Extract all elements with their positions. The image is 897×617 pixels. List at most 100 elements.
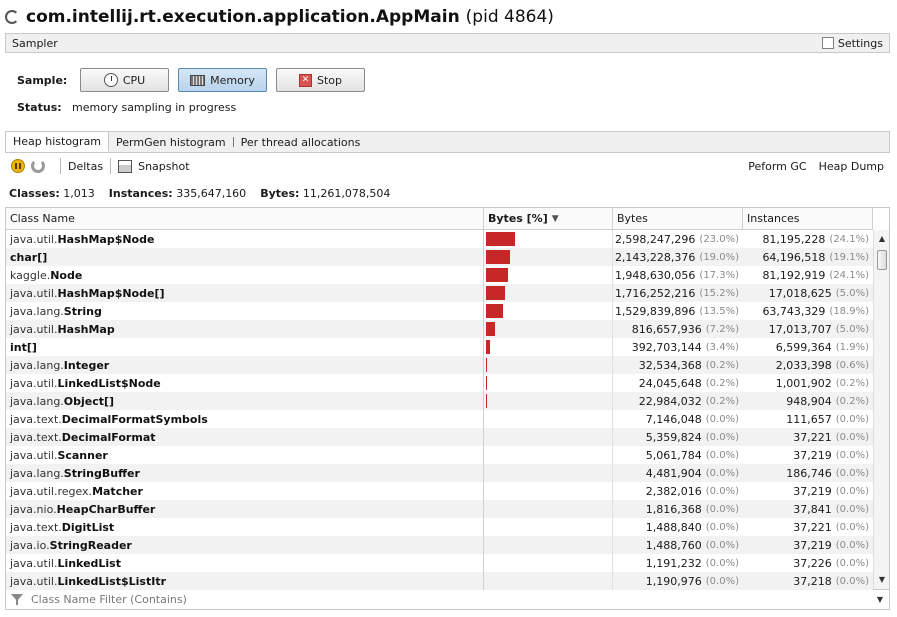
table-row[interactable]: java.util. Scanner 5,061,784 (0.0%) 37,219 (0… bbox=[6, 446, 873, 464]
bytes-value: 1,816,368 bbox=[645, 502, 702, 516]
column-header-instances[interactable]: Instances bbox=[743, 208, 873, 229]
class-filter-bar[interactable]: Class Name Filter (Contains) ▼ bbox=[5, 590, 890, 610]
class-name-cell: java.util. HashMap$Node bbox=[6, 230, 484, 248]
scroll-up-icon[interactable]: ▲ bbox=[874, 232, 890, 246]
tab-per-thread-allocations[interactable]: Per thread allocations bbox=[234, 132, 368, 152]
class-name-cell: java.text. DecimalFormatSymbols bbox=[6, 410, 484, 428]
instances-cell: 186,746 (0.0%) bbox=[743, 464, 873, 482]
toolbar-separator bbox=[60, 158, 61, 174]
table-row[interactable]: java.util. LinkedList 1,191,232 (0.0%) 37,22… bbox=[6, 554, 873, 572]
table-row[interactable]: char[] 2,143,228,376 (19.0%) 64,196,518 (19.… bbox=[6, 248, 873, 266]
bytes-cell: 24,045,648 (0.2%) bbox=[613, 374, 743, 392]
bytes-value: 1,190,976 bbox=[645, 574, 702, 588]
stop-button[interactable]: ✕ Stop bbox=[276, 68, 365, 92]
bytes-percent: (0.2%) bbox=[705, 377, 739, 389]
table-row[interactable]: java.util. HashMap$Node[] 1,716,252,216 (15… bbox=[6, 284, 873, 302]
class-package: java.util.regex. bbox=[10, 484, 93, 498]
bytes-cell: 1,816,368 (0.0%) bbox=[613, 500, 743, 518]
table-row[interactable]: kaggle. Node 1,948,630,056 (17.3%) 81,192,91… bbox=[6, 266, 873, 284]
bytes-pct-cell bbox=[484, 410, 613, 428]
instances-percent: (0.0%) bbox=[835, 467, 869, 479]
column-header-class-name[interactable]: Class Name bbox=[6, 208, 484, 229]
table-row[interactable]: java.lang. Integer 32,534,368 (0.2%) 2,033,3… bbox=[6, 356, 873, 374]
table-row[interactable]: int[] 392,703,144 (3.4%) 6,599,364 (1.9%) bbox=[6, 338, 873, 356]
instances-percent: (0.0%) bbox=[835, 485, 869, 497]
instances-value: 335,647,160 bbox=[176, 187, 247, 200]
class-filter-input[interactable]: Class Name Filter (Contains) bbox=[31, 593, 187, 606]
bytes-pct-cell bbox=[484, 320, 613, 338]
table-row[interactable]: java.lang. StringBuffer 4,481,904 (0.0%) 186… bbox=[6, 464, 873, 482]
class-simple-name: Object[] bbox=[63, 394, 115, 408]
bytes-bar bbox=[486, 268, 508, 282]
bytes-value: 11,261,078,504 bbox=[302, 187, 391, 200]
tab-permgen-histogram[interactable]: PermGen histogram bbox=[109, 132, 233, 152]
instances-percent: (0.0%) bbox=[835, 503, 869, 515]
scrollbar-thumb[interactable] bbox=[877, 250, 887, 270]
snapshot-icon[interactable] bbox=[118, 159, 133, 173]
instances-cell: 37,221 (0.0%) bbox=[743, 428, 873, 446]
instances-value: 37,219 bbox=[793, 538, 832, 552]
class-name-cell: java.util. LinkedList bbox=[6, 554, 484, 572]
table-row[interactable]: java.util. LinkedList$Node 24,045,648 (0.2%… bbox=[6, 374, 873, 392]
instances-value: 37,221 bbox=[793, 430, 832, 444]
class-simple-name: char[] bbox=[10, 250, 48, 264]
table-row[interactable]: java.util.regex. Matcher 2,382,016 (0.0%) 37… bbox=[6, 482, 873, 500]
status-row: Status: memory sampling in progress bbox=[17, 101, 236, 114]
bytes-cell: 2,598,247,296 (23.0%) bbox=[613, 230, 743, 248]
snapshot-button[interactable]: Snapshot bbox=[138, 160, 189, 173]
column-header-bytes[interactable]: Bytes bbox=[613, 208, 743, 229]
class-package: java.lang. bbox=[10, 358, 64, 372]
class-simple-name: int[] bbox=[10, 340, 37, 354]
instances-percent: (0.0%) bbox=[835, 449, 869, 461]
bytes-bar bbox=[486, 250, 510, 264]
memory-button-label: Memory bbox=[210, 73, 255, 87]
table-row[interactable]: java.nio. HeapCharBuffer 1,816,368 (0.0%) 37… bbox=[6, 500, 873, 518]
table-row[interactable]: java.text. DecimalFormat 5,359,824 (0.0%) 37… bbox=[6, 428, 873, 446]
tab-heap-histogram[interactable]: Heap histogram bbox=[6, 132, 110, 152]
perform-gc-button[interactable]: Peform GC bbox=[748, 160, 806, 173]
table-row[interactable]: java.io. StringReader 1,488,760 (0.0%) 37,21… bbox=[6, 536, 873, 554]
table-row[interactable]: java.lang. Object[] 22,984,032 (0.2%) 948,90… bbox=[6, 392, 873, 410]
class-simple-name: DigitList bbox=[61, 520, 115, 534]
bytes-pct-cell bbox=[484, 464, 613, 482]
memory-button[interactable]: Memory bbox=[178, 68, 267, 92]
instances-percent: (24.1%) bbox=[829, 269, 869, 281]
deltas-button[interactable]: Deltas bbox=[68, 160, 103, 173]
column-label: Instances bbox=[747, 212, 800, 225]
instances-value: 2,033,398 bbox=[775, 358, 832, 372]
class-name-cell: java.text. DigitList bbox=[6, 518, 484, 536]
heap-histogram-table: Class Name Bytes [%] ▼ Bytes Instances ja… bbox=[5, 207, 890, 590]
table-row[interactable]: java.util. HashMap$Node 2,598,247,296 (23.0… bbox=[6, 230, 873, 248]
bytes-percent: (0.0%) bbox=[705, 485, 739, 497]
table-row[interactable]: java.lang. String 1,529,839,896 (13.5%) 63,7… bbox=[6, 302, 873, 320]
column-header-bytes-pct[interactable]: Bytes [%] ▼ bbox=[484, 208, 613, 229]
scroll-down-icon[interactable]: ▼ bbox=[874, 573, 890, 587]
bytes-bar bbox=[486, 304, 503, 318]
bytes-label: Bytes: bbox=[260, 187, 300, 200]
class-simple-name: StringBuffer bbox=[63, 466, 140, 480]
heap-dump-button[interactable]: Heap Dump bbox=[819, 160, 884, 173]
table-row[interactable]: java.text. DecimalFormatSymbols 7,146,048(… bbox=[6, 410, 873, 428]
table-row[interactable]: java.util. HashMap 816,657,936 (7.2%) 17,013… bbox=[6, 320, 873, 338]
instances-value: 81,195,228 bbox=[762, 232, 826, 246]
table-row[interactable]: java.util. LinkedList$ListItr 1,190,976 (0.… bbox=[6, 572, 873, 590]
class-name-cell: java.text. DecimalFormat bbox=[6, 428, 484, 446]
cpu-button[interactable]: CPU bbox=[80, 68, 169, 92]
instances-cell: 81,192,919 (24.1%) bbox=[743, 266, 873, 284]
instances-cell: 81,195,228 (24.1%) bbox=[743, 230, 873, 248]
refresh-icon[interactable] bbox=[31, 159, 45, 173]
settings-checkbox[interactable] bbox=[821, 37, 834, 49]
bytes-pct-cell bbox=[484, 338, 613, 356]
chevron-down-icon[interactable]: ▼ bbox=[877, 595, 883, 604]
settings-toggle[interactable]: Settings bbox=[821, 37, 883, 50]
vertical-scrollbar[interactable]: ▲ ▼ bbox=[873, 230, 889, 589]
status-label: Status: bbox=[17, 101, 62, 114]
class-package: kaggle. bbox=[10, 268, 51, 282]
instances-cell: 64,196,518 (19.1%) bbox=[743, 248, 873, 266]
bytes-cell: 2,143,228,376 (19.0%) bbox=[613, 248, 743, 266]
pause-icon[interactable] bbox=[11, 159, 25, 173]
bytes-cell: 7,146,048 (0.0%) bbox=[613, 410, 743, 428]
classes-value: 1,013 bbox=[63, 187, 95, 200]
instances-percent: (24.1%) bbox=[829, 233, 869, 245]
table-row[interactable]: java.text. DigitList 1,488,840 (0.0%) 37,221… bbox=[6, 518, 873, 536]
